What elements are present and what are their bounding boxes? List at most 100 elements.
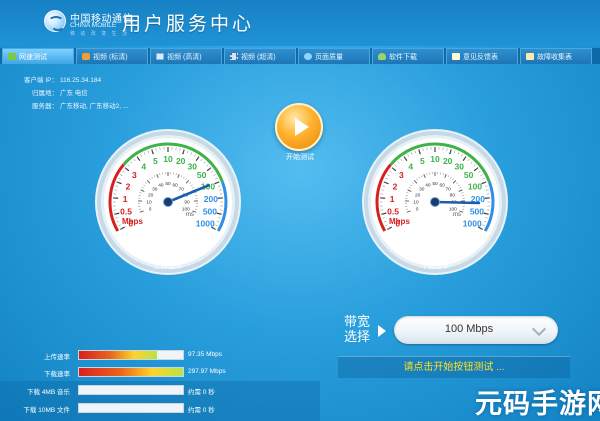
music-download-row: 下载 4MB 音乐 约需 0 秒 bbox=[0, 385, 260, 396]
rate-value: 97.35 Mbps bbox=[188, 351, 222, 358]
gauge-scale-label: 0.5 bbox=[120, 207, 132, 217]
header-bar: 中国移动通信 CHINA MOBILE 移 动 改 变 生 活 用户服务中心 bbox=[0, 0, 600, 46]
tab-software-download[interactable]: 软件下载 bbox=[372, 48, 444, 64]
gauge-scale-label: 2 bbox=[126, 181, 131, 191]
monitor-icon bbox=[156, 53, 164, 60]
gauge-scale-label: 100 bbox=[468, 181, 482, 191]
page-title: 用户服务中心 bbox=[122, 14, 255, 35]
gauge-scale-label: 3 bbox=[132, 170, 137, 180]
ping-scale-label: 50 bbox=[165, 181, 171, 187]
logo-en-text: CHINA MOBILE bbox=[70, 22, 117, 29]
speed-test-app: 中国移动通信 CHINA MOBILE 移 动 改 变 生 活 用户服务中心 网… bbox=[0, 0, 600, 421]
gauge-scale-label: 200 bbox=[204, 194, 218, 204]
gauge-scale-label: 10 bbox=[430, 154, 440, 164]
rate-track bbox=[78, 367, 184, 377]
start-test-button[interactable] bbox=[275, 103, 323, 151]
ping-scale-label: 90 bbox=[184, 199, 190, 205]
tab-fault-report[interactable]: 故障收集表 bbox=[520, 48, 592, 64]
rate-fill bbox=[79, 368, 183, 376]
location-label: 归属地： bbox=[32, 90, 58, 97]
rate-label: 下载 10MB 文件 bbox=[23, 407, 70, 414]
tab-video-hd[interactable]: 视频 (高清) bbox=[150, 48, 222, 64]
upload-gauge-label: 上传速率 bbox=[154, 263, 182, 270]
ping-scale-label: 30 bbox=[152, 186, 158, 192]
gauge-scale-label: 20 bbox=[443, 156, 453, 166]
gauge-scale-label: 500 bbox=[470, 207, 484, 217]
server-label: 服务器： bbox=[32, 103, 58, 110]
rate-label: 上传速率 bbox=[44, 354, 70, 361]
tab-video-sd[interactable]: 视频 (标清) bbox=[76, 48, 148, 64]
gauge-unit-mbps: Mbps bbox=[122, 217, 143, 226]
tab-label: 视频 (超清) bbox=[241, 53, 276, 61]
upload-speed-value: 97.35 Mbps bbox=[149, 251, 187, 258]
gauge-scale-label: 50 bbox=[464, 170, 474, 180]
server-value: 广东移动, 广东移动2, ... bbox=[60, 103, 129, 110]
tab-page-quality[interactable]: 页面质量 bbox=[298, 48, 370, 64]
download-gauge-label: 下载速率 bbox=[421, 263, 449, 270]
gauge-scale-label: 5 bbox=[153, 156, 158, 166]
tab-label: 软件下载 bbox=[389, 53, 417, 61]
gauge-scale-label: 2 bbox=[393, 181, 398, 191]
tab-label: 故障收集表 bbox=[537, 53, 572, 61]
file-download-row: 下载 10MB 文件 约需 0 秒 bbox=[0, 403, 260, 414]
report-icon bbox=[526, 53, 534, 60]
gauge-scale-label: 10 bbox=[163, 154, 173, 164]
start-test-label: 开始测试 bbox=[286, 154, 314, 161]
tab-label: 网速测试 bbox=[19, 53, 47, 61]
ping-scale-label: 40 bbox=[425, 182, 431, 188]
rate-label: 下载速率 bbox=[44, 371, 70, 378]
gauge-scale-label: 0.5 bbox=[387, 207, 399, 217]
rate-fill bbox=[79, 351, 157, 359]
ping-scale-label: 0 bbox=[416, 206, 419, 212]
ip-value: 116.25.34.184 bbox=[60, 77, 102, 84]
gauge-scale-label: 1 bbox=[123, 194, 128, 204]
download-speed-value: 297.97 Mbps bbox=[414, 251, 456, 258]
ping-scale-label: 0 bbox=[149, 206, 152, 212]
bandwidth-label: 带宽选择 bbox=[344, 314, 371, 344]
gauge-scale-label: 1000 bbox=[196, 219, 215, 229]
gauge-needle bbox=[433, 200, 481, 205]
gauge-hub bbox=[163, 197, 173, 207]
gauge-scale-label: 4 bbox=[141, 161, 146, 171]
gauge-scale-label: 500 bbox=[203, 207, 217, 217]
ping-scale-label: 70 bbox=[179, 186, 185, 192]
gauge-hub bbox=[430, 197, 440, 207]
watermark-text: 元码手游网 bbox=[475, 389, 600, 419]
speed-icon bbox=[8, 53, 16, 60]
globe-icon bbox=[304, 53, 312, 60]
gauge-scale-label: 20 bbox=[176, 156, 186, 166]
ping-scale-label: 20 bbox=[148, 192, 154, 198]
ping-scale-label: 60 bbox=[172, 182, 178, 188]
upload-rate-row: 上传速率 97.35 Mbps bbox=[0, 350, 260, 361]
tab-label: 意见反馈表 bbox=[463, 53, 498, 61]
ping-scale-label: 40 bbox=[158, 182, 164, 188]
location-value: 广东 电信 bbox=[60, 90, 88, 97]
tab-video-uhd[interactable]: 视频 (超清) bbox=[224, 48, 296, 64]
hint-bar: 请点击开始按钮测试 ... bbox=[338, 356, 570, 378]
ping-scale-label: 50 bbox=[432, 181, 438, 187]
feedback-icon bbox=[452, 53, 460, 60]
tab-feedback[interactable]: 意见反馈表 bbox=[446, 48, 518, 64]
ping-scale-label: 60 bbox=[439, 182, 445, 188]
tab-speed-test[interactable]: 网速测试 bbox=[2, 48, 74, 64]
rate-value: 297.97 Mbps bbox=[188, 368, 226, 375]
gauge-scale-label: 30 bbox=[454, 161, 464, 171]
gauge-unit-ms: ms bbox=[453, 212, 461, 218]
bandwidth-select[interactable]: 100 Mbps bbox=[394, 316, 558, 344]
rate-value: 约需 0 秒 bbox=[188, 389, 215, 396]
film-icon bbox=[230, 53, 238, 60]
china-mobile-globe-icon bbox=[44, 10, 66, 32]
ping-scale-label: 20 bbox=[415, 192, 421, 198]
download-rate-row: 下载速率 297.97 Mbps bbox=[0, 367, 260, 378]
upload-gauge: 00.5123451020305010020050010000102030405… bbox=[88, 120, 248, 280]
tab-label: 视频 (标清) bbox=[93, 53, 128, 61]
hint-text: 请点击开始按钮测试 ... bbox=[403, 362, 505, 373]
ping-scale-label: 10 bbox=[146, 199, 152, 205]
gauge-scale-label: 4 bbox=[408, 161, 413, 171]
gauge-scale-label: 1000 bbox=[463, 219, 482, 229]
arrow-right-icon bbox=[378, 325, 386, 337]
gauge-scale-label: 30 bbox=[187, 161, 197, 171]
play-icon bbox=[295, 118, 309, 136]
bandwidth-value: 100 Mbps bbox=[444, 323, 494, 335]
ping-scale-label: 30 bbox=[419, 186, 425, 192]
